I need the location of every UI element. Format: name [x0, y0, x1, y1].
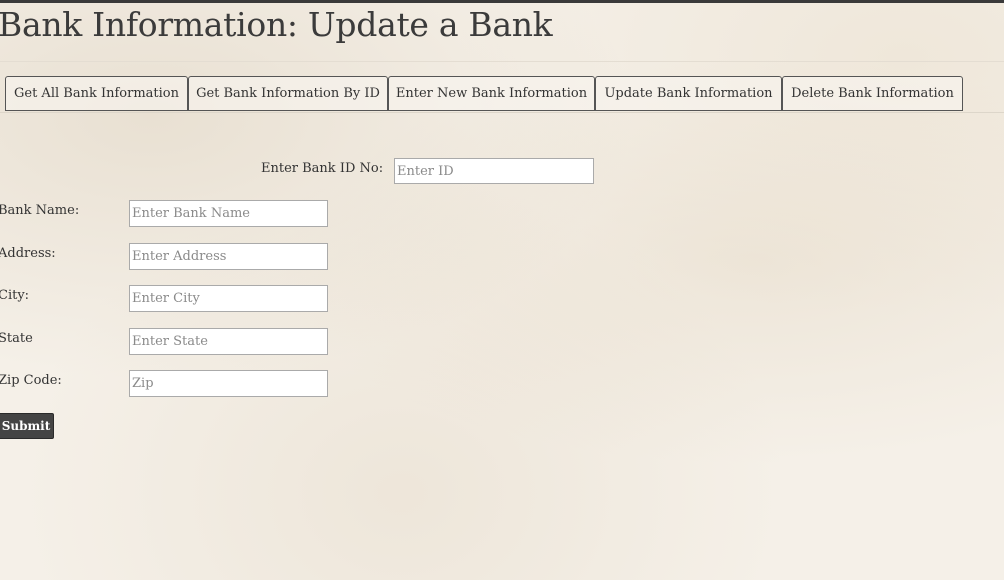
- address-input[interactable]: [129, 243, 328, 270]
- city-input[interactable]: [129, 285, 328, 312]
- tab-get-bank-information-by-id[interactable]: Get Bank Information By ID: [188, 76, 388, 111]
- title-divider: [0, 61, 1004, 62]
- bank-name-label: Bank Name:: [0, 203, 80, 218]
- tab-update-bank-information[interactable]: Update Bank Information: [595, 76, 782, 111]
- bank-id-input[interactable]: [394, 158, 594, 184]
- nav-divider: [0, 112, 1004, 113]
- tab-delete-bank-information[interactable]: Delete Bank Information: [782, 76, 963, 111]
- tab-get-all-bank-information[interactable]: Get All Bank Information: [5, 76, 188, 111]
- bank-name-input[interactable]: [129, 200, 328, 227]
- zip-code-label: Zip Code:: [0, 373, 62, 388]
- tab-enter-new-bank-information[interactable]: Enter New Bank Information: [388, 76, 595, 111]
- city-label: City:: [0, 288, 30, 303]
- zip-code-input[interactable]: [129, 370, 328, 397]
- bank-id-label: Enter Bank ID No:: [261, 161, 384, 176]
- address-label: Address:: [0, 246, 56, 261]
- state-label: State: [0, 331, 33, 346]
- state-input[interactable]: [129, 328, 328, 355]
- submit-button[interactable]: Submit: [0, 413, 54, 439]
- page-title: Bank Information: Update a Bank: [0, 5, 553, 44]
- top-bar: [0, 0, 1004, 3]
